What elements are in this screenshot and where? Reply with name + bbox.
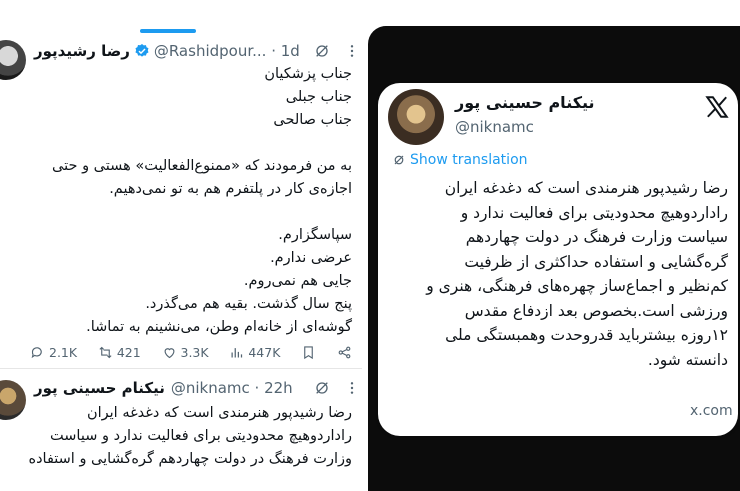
card-domain[interactable]: x.com bbox=[690, 403, 733, 419]
grok-icon[interactable] bbox=[314, 380, 330, 396]
tweet-line: وزارت فرهنگ در دولت چهاردهم گره‌گشایی و … bbox=[28, 451, 352, 467]
reply-button[interactable]: 2.1K bbox=[30, 345, 77, 360]
tweet-line: رادارد‌وهیچ محدودیتی برای فعالیت ندارد و… bbox=[50, 428, 352, 444]
show-translation-label: Show translation bbox=[410, 152, 528, 168]
tweet-text-block: رضا رشیدپور هنرمندی است که دغدغه ایران ر… bbox=[22, 402, 352, 471]
tweet-divider bbox=[0, 368, 362, 369]
heart-icon bbox=[164, 347, 174, 358]
card-line: کم‌نظیر و اجماع‌ساز چهره‌های فرهنگی، هنر… bbox=[426, 277, 728, 295]
x-logo-icon bbox=[705, 96, 729, 118]
views-icon bbox=[231, 347, 243, 357]
verified-badge-icon bbox=[135, 44, 149, 57]
tweet-line: جایی هم نمی‌روم. bbox=[243, 273, 352, 289]
tweet-action-bar: 2.1K 421 3.3K 447K bbox=[30, 342, 352, 362]
tweet-text-block: سپاسگزارم. عرضی ندارم. جایی هم نمی‌روم. … bbox=[22, 224, 352, 339]
card-text-block: رضا رشیدپور هنرمندی است که دغدغه ایران ر… bbox=[388, 176, 728, 372]
repost-button[interactable]: 421 bbox=[98, 345, 141, 360]
more-options-icon[interactable] bbox=[344, 43, 360, 59]
repost-count: 421 bbox=[116, 344, 141, 360]
author-name[interactable]: رضا رشیدپور bbox=[34, 42, 130, 60]
tweet-header: نیکنام حسینی پور @niknamc · 22h bbox=[30, 377, 360, 399]
active-tab-indicator bbox=[140, 29, 196, 33]
author-handle-time[interactable]: @niknamc · 22h bbox=[171, 379, 293, 397]
card-line: رضا رشیدپور هنرمندی است که دغدغه ایران bbox=[444, 179, 728, 197]
left-feed-panel: رضا رشیدپور @Rashidpour... · 1d جناب پزش… bbox=[0, 0, 362, 491]
card-author-handle[interactable]: @niknamc bbox=[455, 118, 534, 136]
share-icon[interactable] bbox=[337, 345, 352, 360]
grok-icon bbox=[394, 155, 404, 165]
tweet-line: رضا رشیدپور هنرمندی است که دغدغه ایران bbox=[86, 405, 352, 421]
view-count: 447K bbox=[248, 344, 281, 360]
show-translation-link[interactable]: Show translation bbox=[393, 152, 528, 168]
card-line: گره‌گشایی و استفاده حداکثری از ظرفیت bbox=[464, 252, 728, 271]
tweet-line: عرضی ندارم. bbox=[270, 250, 352, 266]
reply-icon bbox=[31, 346, 42, 358]
tweet-line: به من فرمودند که «ممنوع‌الفعالیت» هستی و… bbox=[52, 158, 352, 174]
tweet-line: پنج سال گذشت. بقیه هم می‌گذرد. bbox=[145, 296, 352, 312]
like-count: 3.3K bbox=[180, 344, 209, 360]
card-line: سیاست وزارت فرهنگ در دولت چهاردهم bbox=[465, 228, 728, 246]
grok-icon[interactable] bbox=[314, 43, 330, 59]
tweet-line: اجازه‌ی کار در پلتفرم هم به تو نمی‌دهیم. bbox=[109, 181, 352, 197]
author-handle-time[interactable]: @Rashidpour... · 1d bbox=[154, 42, 300, 60]
tweet-line: گوشه‌ای از خانه‌ام وطن، می‌نشینم به تماش… bbox=[86, 319, 352, 335]
repost-icon bbox=[99, 346, 112, 358]
like-button[interactable]: 3.3K bbox=[162, 345, 209, 360]
card-author-name[interactable]: نیکنام حسینی پور bbox=[455, 93, 595, 112]
views-button[interactable]: 447K bbox=[229, 345, 280, 360]
tweet-line: سپاسگزارم. bbox=[278, 227, 352, 243]
tweet-line: جناب پزشکیان bbox=[264, 66, 352, 82]
bookmark-icon[interactable] bbox=[301, 345, 316, 360]
more-options-icon[interactable] bbox=[344, 380, 360, 396]
card-line: دانسته شود. bbox=[647, 350, 728, 369]
author-name[interactable]: نیکنام حسینی پور bbox=[34, 379, 165, 397]
card-line: ۱۲روزه بیشترباید قدروحدت وهمبستگی ملی bbox=[445, 326, 728, 344]
card-line: ورزشی است.بخصوص بعد ازدفاع مقدس bbox=[464, 301, 728, 320]
card-line: رادارد‌وهیچ محدودیتی برای فعالیت ندارد و bbox=[460, 203, 728, 222]
tweet-line: جناب صالحی bbox=[273, 112, 352, 128]
tweet-header: رضا رشیدپور @Rashidpour... · 1d bbox=[30, 40, 360, 62]
tweet-text-block: به من فرمودند که «ممنوع‌الفعالیت» هستی و… bbox=[22, 155, 352, 201]
tweet-text-block: جناب پزشکیان جناب جبلی جناب صالحی bbox=[22, 63, 352, 132]
avatar[interactable] bbox=[388, 89, 444, 145]
tweet-line: جناب جبلی bbox=[285, 89, 352, 105]
reply-count: 2.1K bbox=[49, 344, 78, 360]
